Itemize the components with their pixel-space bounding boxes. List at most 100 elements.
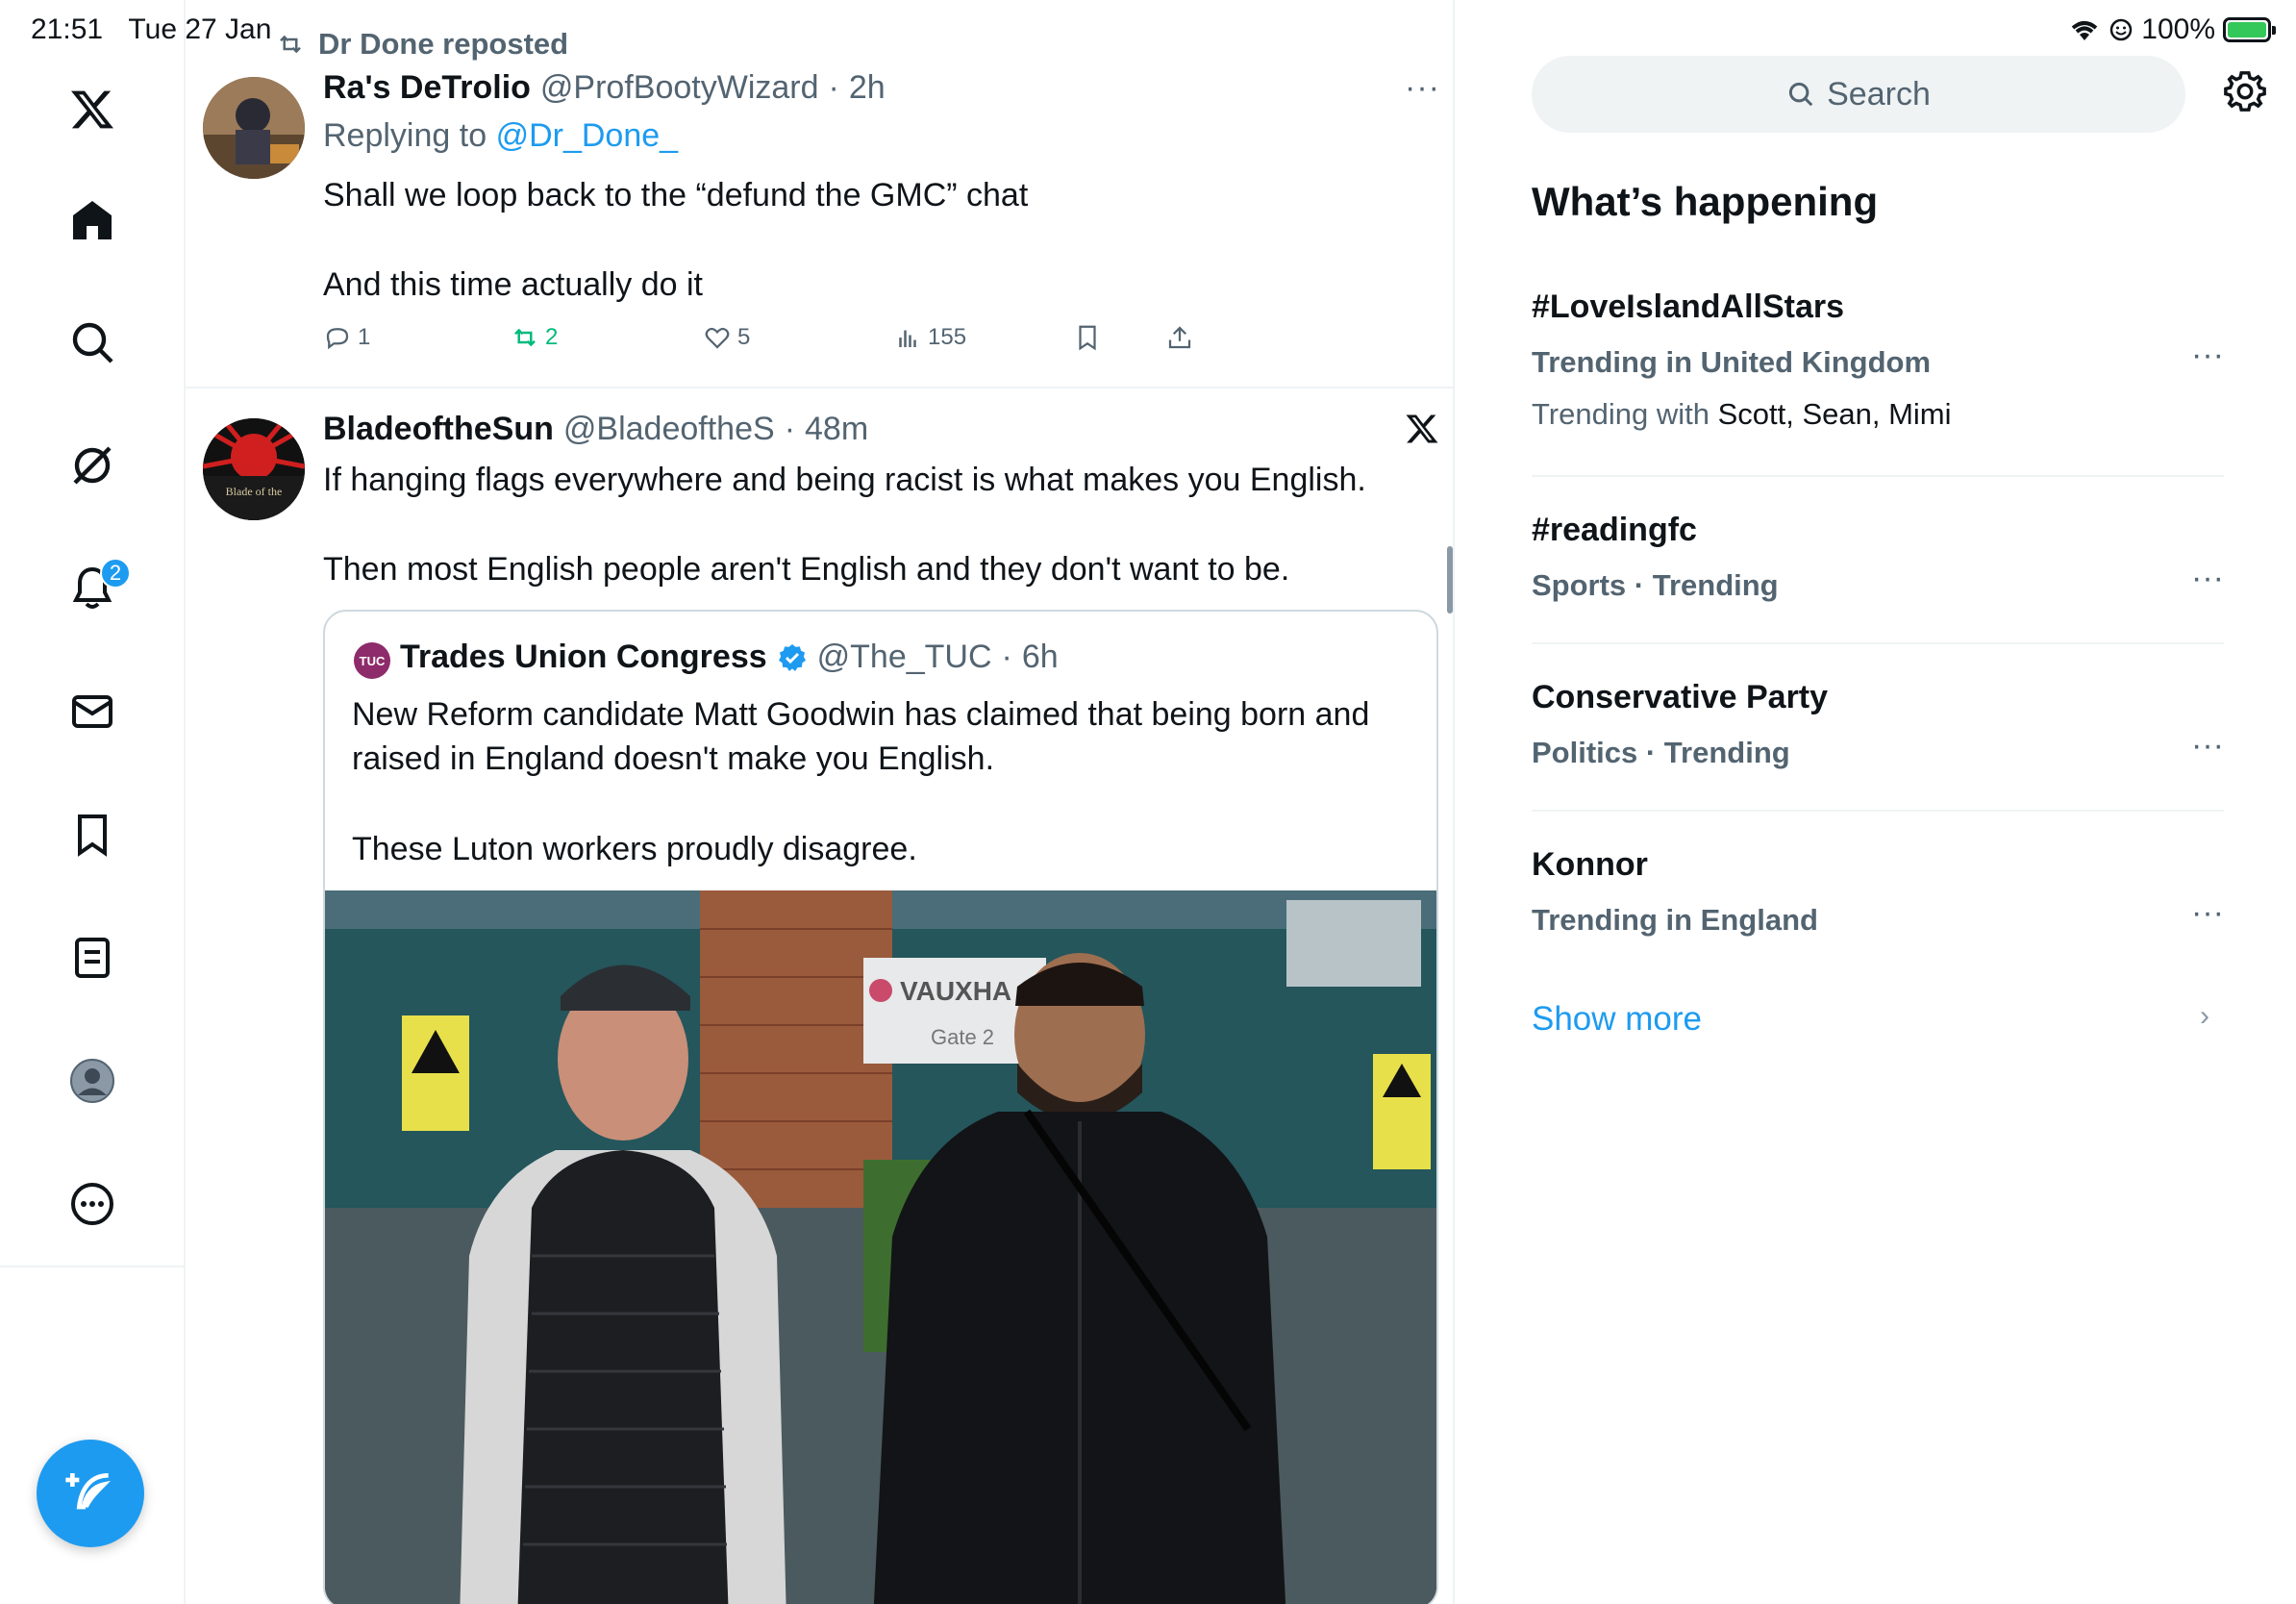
tweet2-separator: · xyxy=(784,411,796,447)
repost-indicator: Dr Done reposted xyxy=(276,27,568,62)
trend-item[interactable]: #LoveIslandAllStars Trending in United K… xyxy=(1532,288,2224,432)
tweet1-text-line1: Shall we loop back to the “defund the GM… xyxy=(323,177,1029,213)
tweet1-separator: · xyxy=(828,69,839,106)
right-sidebar: Search What’s happening #LoveIslandAllSt… xyxy=(1457,0,2296,1604)
home-icon[interactable] xyxy=(67,195,117,245)
repost-button[interactable]: 2 xyxy=(511,323,558,352)
lists-icon[interactable] xyxy=(67,933,117,983)
trend-divider xyxy=(1532,810,2224,812)
tweet2-text-line2: Then most English people aren't English … xyxy=(323,551,1290,588)
left-nav: 2 xyxy=(0,0,186,1604)
views-button[interactable]: 155 xyxy=(893,323,966,352)
trend-name: #LoveIslandAllStars xyxy=(1532,288,1845,325)
trend-more-menu[interactable]: ··· xyxy=(2191,727,2224,764)
views-chart-icon xyxy=(899,330,916,347)
tweet2-author-name[interactable]: BladeoftheSun xyxy=(323,411,554,448)
media-sign-text: VAUXHA xyxy=(900,976,1011,1006)
messages-envelope-icon[interactable] xyxy=(67,687,117,737)
trend-more-menu[interactable]: ··· xyxy=(2191,894,2224,932)
trend-meta: Politics · Trending xyxy=(1532,736,1790,769)
quoted-tweet-card[interactable]: TUC Trades Union Congress @The_TUC · 6h … xyxy=(323,610,1438,1604)
more-options-icon[interactable] xyxy=(67,1179,117,1229)
tweet2-avatar-text: Blade of the xyxy=(226,485,283,498)
replying-to-link[interactable]: @Dr_Done_ xyxy=(496,117,679,154)
quote-separator: · xyxy=(1001,639,1012,675)
trend-meta: Trending in England xyxy=(1532,903,1818,937)
bookmark-button[interactable] xyxy=(1073,323,1102,352)
trend-more-menu[interactable]: ··· xyxy=(2191,560,2224,597)
search-input[interactable]: Search xyxy=(1532,56,2185,133)
whats-happening-title: What’s happening xyxy=(1532,179,1879,224)
trend-meta: Trending in United Kingdom xyxy=(1532,345,1932,379)
quote-author-handle[interactable]: @The_TUC xyxy=(817,639,992,676)
heart-icon xyxy=(705,327,730,349)
share-button[interactable] xyxy=(1165,323,1194,352)
trend-more-menu[interactable]: ··· xyxy=(2191,337,2224,374)
share-icon xyxy=(1168,326,1191,349)
settings-gear-icon[interactable] xyxy=(2223,69,2273,119)
tweet2-header: BladeoftheSun @BladeoftheS · 48m xyxy=(323,411,868,448)
show-more-link[interactable]: Show more xyxy=(1532,1000,1702,1039)
trend-item[interactable]: Conservative Party Politics · Trending ·… xyxy=(1532,679,2224,770)
trend-name: Conservative Party xyxy=(1532,679,1829,715)
tweet1-more-menu[interactable]: ··· xyxy=(1405,69,1440,107)
compose-post-button[interactable] xyxy=(37,1440,144,1547)
tweet2-author-handle[interactable]: @BladeoftheS xyxy=(563,411,775,448)
views-count: 155 xyxy=(928,324,967,350)
repost-icon xyxy=(280,35,301,54)
tweet1-avatar[interactable] xyxy=(203,77,305,179)
repost-action-icon xyxy=(514,328,536,347)
quote-timestamp[interactable]: 6h xyxy=(1022,639,1059,676)
verified-badge-icon xyxy=(778,643,806,671)
compose-feather-icon xyxy=(65,1473,112,1510)
quote-media-image: VAUXHA Gate 2 xyxy=(325,890,1436,1604)
nav-divider xyxy=(0,1266,186,1267)
explore-search-icon[interactable] xyxy=(67,317,117,367)
search-icon xyxy=(1789,82,1813,107)
repost-count: 2 xyxy=(545,324,559,350)
quote-video-media[interactable]: VAUXHA Gate 2 xyxy=(325,890,1436,1604)
tweet1-author-name[interactable]: Ra's DeTrolio xyxy=(323,69,531,107)
x-logo-icon[interactable] xyxy=(67,85,117,135)
tweet2-avatar[interactable]: Blade of the xyxy=(203,418,305,520)
tweet2-avatar-image: Blade of the xyxy=(203,418,305,520)
tweet-divider xyxy=(186,387,1455,388)
like-count: 5 xyxy=(737,324,751,350)
trend-name: Konnor xyxy=(1532,846,1648,883)
tweet2-text-line1: If hanging flags everywhere and being ra… xyxy=(323,462,1366,498)
tweet1-replying-to: Replying to @Dr_Done_ xyxy=(323,117,678,155)
trend-divider xyxy=(1532,642,2224,644)
trend-meta: Sports · Trending xyxy=(1532,568,1779,602)
quote-text-line1: New Reform candidate Matt Goodwin has cl… xyxy=(352,696,1370,777)
bookmarks-icon[interactable] xyxy=(67,810,117,860)
trend-item[interactable]: Konnor Trending in England ··· xyxy=(1532,846,2224,938)
chevron-right-icon: › xyxy=(2200,1000,2209,1032)
profile-avatar-icon[interactable] xyxy=(67,1056,117,1106)
feed-scrollbar[interactable] xyxy=(1447,546,1453,614)
tweet1-actions: 1 2 5 155 xyxy=(323,323,1191,362)
media-gate-text: Gate 2 xyxy=(931,1025,994,1049)
notifications-badge: 2 xyxy=(100,558,131,589)
tweet1-timestamp[interactable]: 2h xyxy=(849,69,886,107)
trend-with-label: Trending with xyxy=(1532,397,1710,431)
replying-to-label: Replying to xyxy=(323,117,487,154)
trend-with-names: Scott, Sean, Mimi xyxy=(1717,397,1952,431)
tweet1-author-handle[interactable]: @ProfBootyWizard xyxy=(540,69,819,107)
repost-label: Dr Done reposted xyxy=(318,27,569,61)
grok-icon[interactable] xyxy=(67,440,117,490)
reply-button[interactable]: 1 xyxy=(323,323,370,352)
quote-avatar[interactable]: TUC xyxy=(354,642,390,679)
tweet1-avatar-image xyxy=(203,77,305,179)
quote-author-name[interactable]: Trades Union Congress xyxy=(400,639,767,676)
main-feed: Dr Done reposted Ra's DeTrolio @ProfBoot… xyxy=(186,0,1455,1604)
like-button[interactable]: 5 xyxy=(703,323,750,352)
quote-header: Trades Union Congress @The_TUC · 6h xyxy=(400,639,1059,676)
x-source-icon[interactable] xyxy=(1405,412,1443,450)
tweet2-timestamp[interactable]: 48m xyxy=(805,411,868,448)
reply-icon xyxy=(326,328,349,350)
quote-text-line2: These Luton workers proudly disagree. xyxy=(352,831,917,867)
tweet1-text-line2: And this time actually do it xyxy=(323,266,703,303)
tweet1-header: Ra's DeTrolio @ProfBootyWizard · 2h xyxy=(323,69,886,107)
trend-name: #readingfc xyxy=(1532,512,1697,548)
trend-item[interactable]: #readingfc Sports · Trending ··· xyxy=(1532,512,2224,603)
